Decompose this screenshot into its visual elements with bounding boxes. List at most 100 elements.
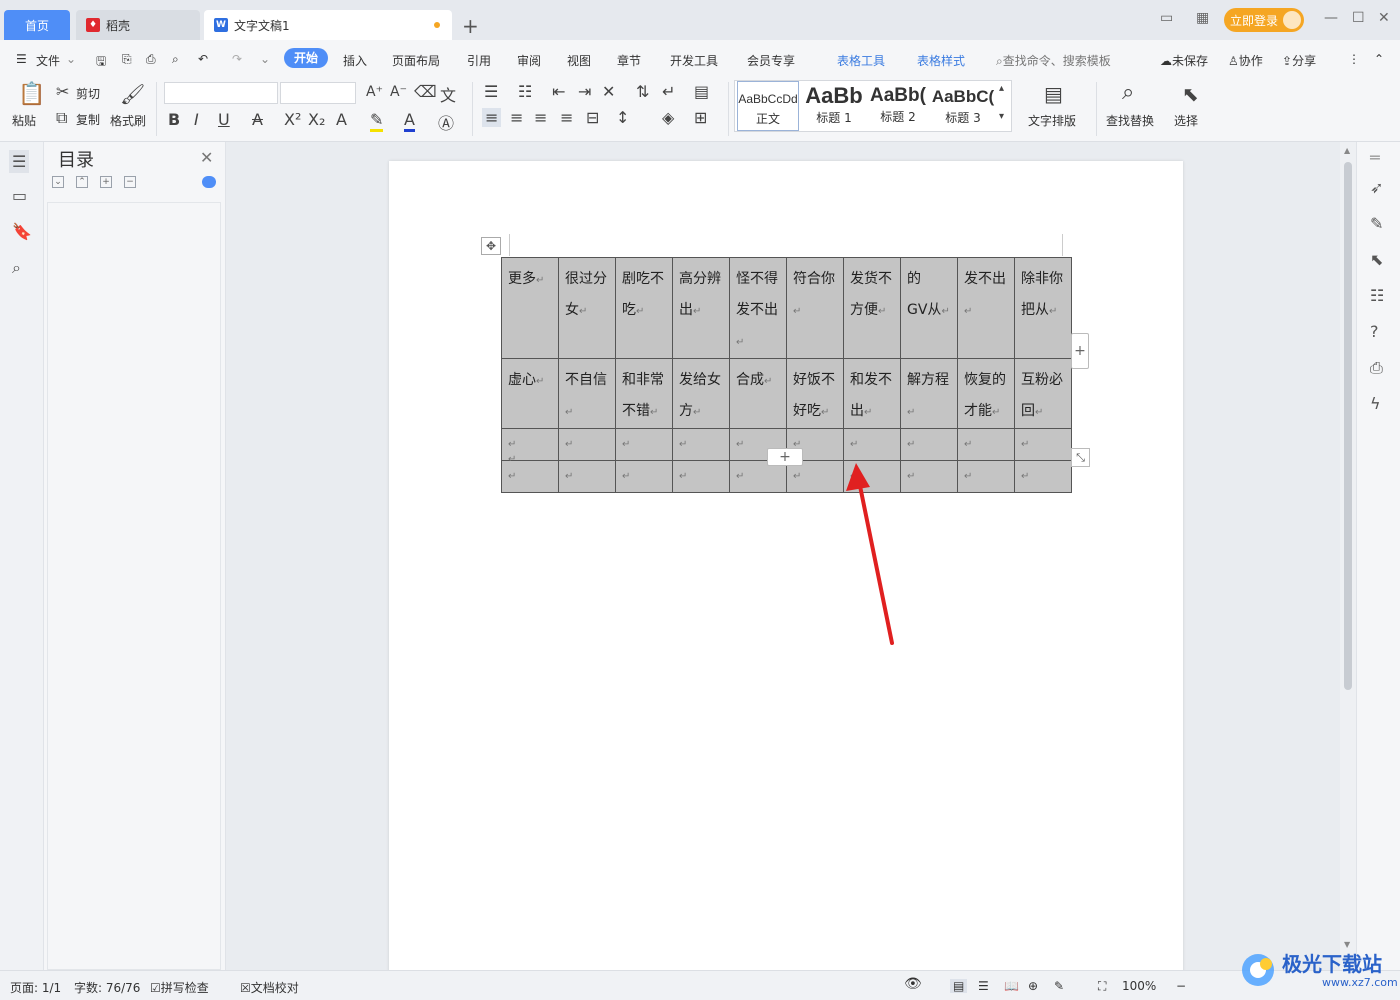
align-left-icon[interactable]: ≡ — [482, 108, 502, 127]
justify-icon[interactable]: ≡ — [560, 108, 573, 127]
style-scroll-down-icon[interactable]: ▾ — [999, 111, 1004, 122]
shading-icon[interactable]: ◈ — [662, 108, 674, 127]
toc-collapse-icon[interactable]: ⌃ — [76, 176, 88, 188]
format-painter-button[interactable]: 格式刷 — [110, 112, 146, 129]
search-command[interactable]: ⌕查找命令、搜索模板 — [996, 52, 1111, 69]
print-preview-icon[interactable]: ⌕ — [172, 52, 179, 67]
superscript-icon[interactable]: X² — [284, 110, 301, 129]
chevron-down-icon[interactable]: ⌄ — [66, 52, 76, 66]
page-view-icon[interactable]: ▤ — [950, 979, 968, 993]
find-replace-icon[interactable]: ⌕ — [1122, 80, 1134, 105]
decrease-indent-icon[interactable]: ⇤ — [552, 82, 565, 101]
toc-remove-icon[interactable]: − — [124, 176, 136, 188]
table-move-handle-icon[interactable]: ✥ — [481, 237, 501, 255]
login-button[interactable]: 立即登录 — [1224, 8, 1304, 32]
zoom-out-icon[interactable]: − — [1176, 979, 1186, 993]
phonetic-icon[interactable]: 文 — [440, 82, 456, 106]
chapter-nav-icon[interactable]: ▭ — [12, 186, 27, 205]
export-pdf-icon[interactable]: ⎘ — [122, 52, 132, 67]
menu-references[interactable]: 引用 — [467, 52, 491, 69]
table-cell[interactable]: 合成↵ — [729, 358, 787, 429]
table-cell[interactable]: 剧吃不吃↵ — [615, 257, 673, 359]
subscript-icon[interactable]: X₂ — [308, 110, 325, 129]
menu-view[interactable]: 视图 — [567, 52, 591, 69]
table-cell[interactable]: ↵ — [672, 460, 730, 493]
strikethrough-icon[interactable]: A — [252, 110, 263, 129]
save-icon[interactable]: 🖫 — [96, 52, 106, 73]
toc-expand-icon[interactable]: ⌄ — [52, 176, 64, 188]
text-layout-icon[interactable]: ▤ — [1044, 82, 1063, 106]
apps-grid-icon[interactable]: ▦ — [1196, 10, 1209, 26]
zoom-level[interactable]: 100% — [1122, 979, 1156, 993]
web-view-icon[interactable]: ⊕ — [1028, 979, 1038, 993]
table-cell[interactable]: 发不出 ↵ — [957, 257, 1015, 359]
menu-table-tools[interactable]: 表格工具 — [837, 52, 885, 69]
menu-developer[interactable]: 开发工具 — [670, 52, 718, 69]
style-heading-3[interactable]: AaBbC( 标题 3 — [931, 81, 995, 131]
scroll-thumb[interactable] — [1344, 162, 1352, 690]
layout-mode-icon[interactable]: ▭ — [1160, 10, 1173, 26]
help-icon[interactable]: ? — [1370, 322, 1379, 341]
align-center-icon[interactable]: ≡ — [510, 108, 523, 127]
eye-protection-icon[interactable]: 👁 — [904, 976, 922, 992]
chinese-layout-icon[interactable]: ✕ — [602, 82, 615, 101]
select-button[interactable]: 选择 — [1174, 112, 1198, 129]
underline-icon[interactable]: U — [218, 110, 230, 129]
text-effect-icon[interactable]: A — [336, 110, 347, 129]
undo-icon[interactable]: ↶ — [198, 52, 208, 66]
table-cell[interactable]: ↵ — [957, 460, 1015, 493]
find-replace-button[interactable]: 查找替换 — [1106, 112, 1154, 129]
add-row-button[interactable]: + — [767, 448, 803, 466]
paste-icon[interactable]: 📋 — [18, 82, 45, 107]
format-painter-icon[interactable]: 🖌 — [120, 82, 145, 106]
align-right-icon[interactable]: ≡ — [534, 108, 547, 127]
table-cell[interactable]: ↵ — [558, 460, 616, 493]
style-normal[interactable]: AaBbCcDd 正文 — [737, 81, 799, 131]
font-size-select[interactable] — [280, 82, 356, 104]
scroll-up-icon[interactable]: ▲ — [1344, 146, 1350, 155]
ruler-icon[interactable]: ▤ — [694, 82, 709, 101]
close-window-icon[interactable]: ✕ — [1378, 10, 1390, 26]
menu-member[interactable]: 会员专享 — [747, 52, 795, 69]
cursor-icon[interactable]: ⬉ — [1370, 250, 1383, 269]
font-shrink-icon[interactable]: A⁻ — [390, 84, 407, 100]
new-tab-plus-icon[interactable]: + — [462, 14, 479, 38]
font-color-icon[interactable]: A — [404, 110, 415, 132]
quick-access-dropdown-icon[interactable]: ⌄ — [260, 52, 270, 66]
style-scroll-up-icon[interactable]: ▴ — [999, 83, 1004, 94]
print-icon[interactable]: ⎙ — [146, 52, 156, 67]
table-cell[interactable]: 发货不方便↵ — [843, 257, 901, 359]
table-cell[interactable]: 高分辨出↵ — [672, 257, 730, 359]
unsaved-cloud[interactable]: ☁未保存 — [1160, 52, 1208, 69]
write-mode-icon[interactable]: ✎ — [1054, 979, 1064, 993]
settings-sliders-icon[interactable]: ☷ — [1370, 286, 1384, 305]
outline-view-icon[interactable]: ☰ — [978, 979, 989, 993]
bullet-list-icon[interactable]: ☰ — [484, 82, 498, 101]
toc-add-icon[interactable]: + — [100, 176, 112, 188]
table-cell[interactable]: 恢复的才能↵ — [957, 358, 1015, 429]
text-layout-button[interactable]: 文字排版 — [1028, 112, 1076, 129]
share-button[interactable]: ⇪分享 — [1282, 52, 1316, 69]
page-count[interactable]: 页面: 1/1 — [10, 979, 61, 996]
redo-icon[interactable]: ↷ — [232, 52, 242, 66]
clear-format-icon[interactable]: ⌫ — [414, 82, 437, 101]
style-heading-1[interactable]: AaBb 标题 1 — [803, 81, 865, 131]
highlight-icon[interactable]: ✎ — [370, 110, 384, 132]
ai-assistant-icon[interactable] — [202, 176, 216, 188]
table-cell[interactable]: ↵ — [615, 460, 673, 493]
scissors-icon[interactable]: ✂ — [56, 82, 69, 101]
tab-daoke[interactable]: ♦ 稻壳 — [76, 10, 200, 40]
collab-button[interactable]: ♙协作 — [1228, 52, 1263, 69]
table-cell[interactable]: 符合你 ↵ — [786, 257, 844, 359]
table-cell[interactable]: ↵ — [1014, 428, 1072, 461]
maximize-icon[interactable]: ☐ — [1352, 10, 1365, 26]
table-cell[interactable]: 和非常不错↵ — [615, 358, 673, 429]
numbered-list-icon[interactable]: ☷ — [518, 82, 532, 101]
table-cell[interactable]: ↵ — [501, 460, 559, 493]
more-icon[interactable]: ⋮ — [1348, 52, 1360, 66]
add-column-button[interactable]: + — [1071, 333, 1089, 369]
line-spacing-icon[interactable]: ↕ — [616, 108, 629, 127]
toc-nav-icon[interactable]: ☰ — [9, 150, 30, 173]
table-cell[interactable]: 很过分女↵ — [558, 257, 616, 359]
minimize-icon[interactable]: — — [1324, 10, 1338, 26]
